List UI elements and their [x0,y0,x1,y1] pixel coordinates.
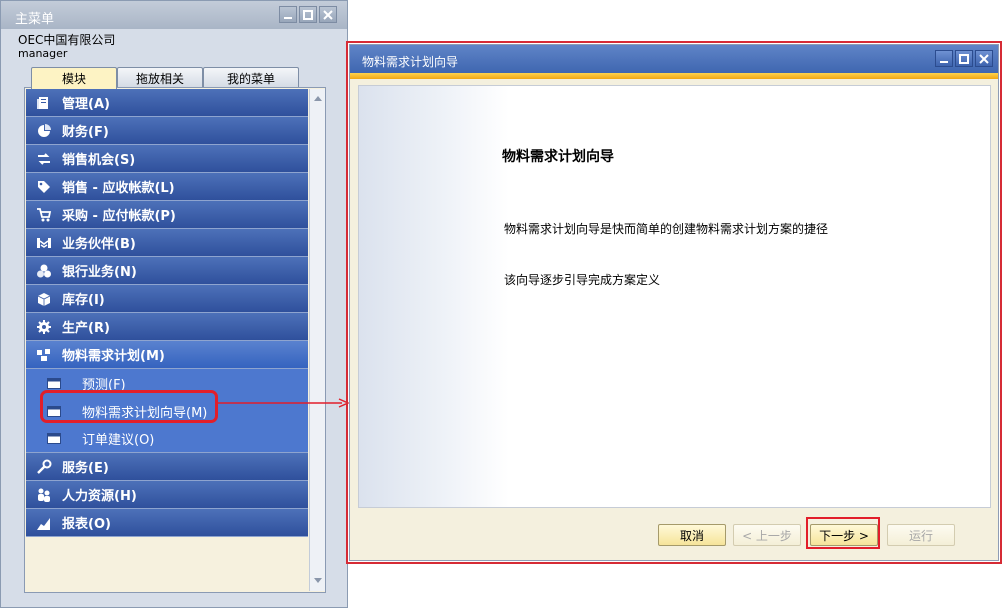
module-item-administration[interactable]: 管理(A) [26,89,308,117]
user-name: manager [18,47,68,60]
scroll-up-button[interactable] [310,91,326,105]
wizard-content-area: 物料需求计划向导 物料需求计划向导是快而简单的创建物料需求计划方案的捷径 该向导… [358,85,991,508]
annotation-highlight-menu-item [40,390,218,423]
finance-icon [26,123,62,139]
module-item-sales-ar[interactable]: 销售 - 应收帐款(L) [26,173,308,201]
cart-icon [26,207,62,223]
main-menu-window-controls [279,6,337,23]
people-icon [26,487,62,503]
company-name: OEC中国有限公司 [18,33,116,47]
chart-icon [26,515,62,531]
submenu-item-order-recommendation[interactable]: 订单建议(O) [26,425,308,453]
module-label: 物料需求计划(M) [62,349,165,364]
gear-icon [26,319,62,335]
close-icon [323,9,333,20]
module-label: 采购 - 应付帐款(P) [62,209,176,224]
back-button[interactable]: < 上一步 [733,524,801,546]
module-label: 银行业务(N) [62,265,137,280]
module-label: 生产(R) [62,321,110,336]
tag-icon [26,179,62,195]
window-form-icon [26,433,82,444]
wrench-icon [26,459,62,475]
module-item-finance[interactable]: 财务(F) [26,117,308,145]
module-panel: 管理(A) 财务(F) 销售机会(S) 销售 - 应收帐款(L) 采购 - 应付… [24,87,326,593]
box-icon [26,291,62,307]
wizard-window-controls [935,50,993,67]
module-label: 人力资源(H) [62,489,137,504]
scroll-up-icon [314,95,322,101]
wizard-close-button[interactable] [975,50,993,67]
module-label: 管理(A) [62,97,110,112]
tab-modules[interactable]: 模块 [31,67,117,89]
wizard-title: 物料需求计划向导 [362,55,459,69]
module-item-banking[interactable]: 银行业务(N) [26,257,308,285]
module-item-production[interactable]: 生产(R) [26,313,308,341]
module-label: 报表(O) [62,517,111,532]
module-item-mrp[interactable]: 物料需求计划(M) [26,341,308,369]
submenu-label: 订单建议(O) [82,433,155,448]
module-list: 管理(A) 财务(F) 销售机会(S) 销售 - 应收帐款(L) 采购 - 应付… [26,89,308,537]
tab-drag-relate[interactable]: 拖放相关 [117,67,203,88]
wizard-description: 物料需求计划向导是快而简单的创建物料需求计划方案的捷径 [504,222,829,236]
scroll-down-button[interactable] [310,573,326,587]
coins-icon [26,263,62,279]
wizard-heading: 物料需求计划向导 [502,149,614,165]
wizard-titlebar[interactable]: 物料需求计划向导 [350,45,998,73]
mrp-wizard-window: 物料需求计划向导 物料需求计划向导 物料需求计划向导是快而简单的创建物料需求计划… [349,44,999,561]
wizard-maximize-button[interactable] [955,50,973,67]
module-item-opportunities[interactable]: 销售机会(S) [26,145,308,173]
window-form-icon [26,377,82,389]
main-menu-title: 主菜单 [15,12,55,27]
module-panel-scrollbar[interactable] [309,89,325,591]
cancel-button[interactable]: 取消 [658,524,726,546]
run-button[interactable]: 运行 [887,524,955,546]
wizard-minimize-button[interactable] [935,50,953,67]
module-item-reports[interactable]: 报表(O) [26,509,308,537]
module-label: 业务伙伴(B) [62,237,136,252]
admin-icon [26,95,62,111]
module-item-purchasing-ap[interactable]: 采购 - 应付帐款(P) [26,201,308,229]
scroll-down-icon [314,577,322,583]
module-item-human-resources[interactable]: 人力资源(H) [26,481,308,509]
mrp-icon [26,347,62,363]
module-label: 销售机会(S) [62,153,136,168]
module-label: 销售 - 应收帐款(L) [62,181,175,196]
annotation-highlight-next-button [806,517,880,549]
wizard-accent-bar [350,73,998,79]
close-button[interactable] [319,6,337,23]
minimize-icon [284,16,292,19]
wizard-description-secondary: 该向导逐步引导完成方案定义 [504,273,661,287]
maximize-button[interactable] [299,6,317,23]
module-item-inventory[interactable]: 库存(I) [26,285,308,313]
annotation-arrow-icon [218,398,350,408]
module-label: 库存(I) [62,293,105,308]
tab-my-menu[interactable]: 我的菜单 [203,67,299,88]
close-icon [979,53,989,64]
minimize-button[interactable] [279,6,297,23]
main-menu-window: 主菜单 OEC中国有限公司 manager 模块 拖放相关 我的菜单 管理(A) [0,0,348,608]
main-menu-tabs: 模块 拖放相关 我的菜单 [31,67,301,89]
partner-icon [26,235,62,251]
opportunity-icon [26,151,62,167]
module-label: 财务(F) [62,125,109,140]
minimize-icon [940,60,948,63]
maximize-icon [303,9,313,20]
main-menu-titlebar[interactable]: 主菜单 [1,1,347,29]
maximize-icon [959,53,969,64]
module-item-service[interactable]: 服务(E) [26,453,308,481]
module-item-business-partners[interactable]: 业务伙伴(B) [26,229,308,257]
module-label: 服务(E) [62,461,109,476]
